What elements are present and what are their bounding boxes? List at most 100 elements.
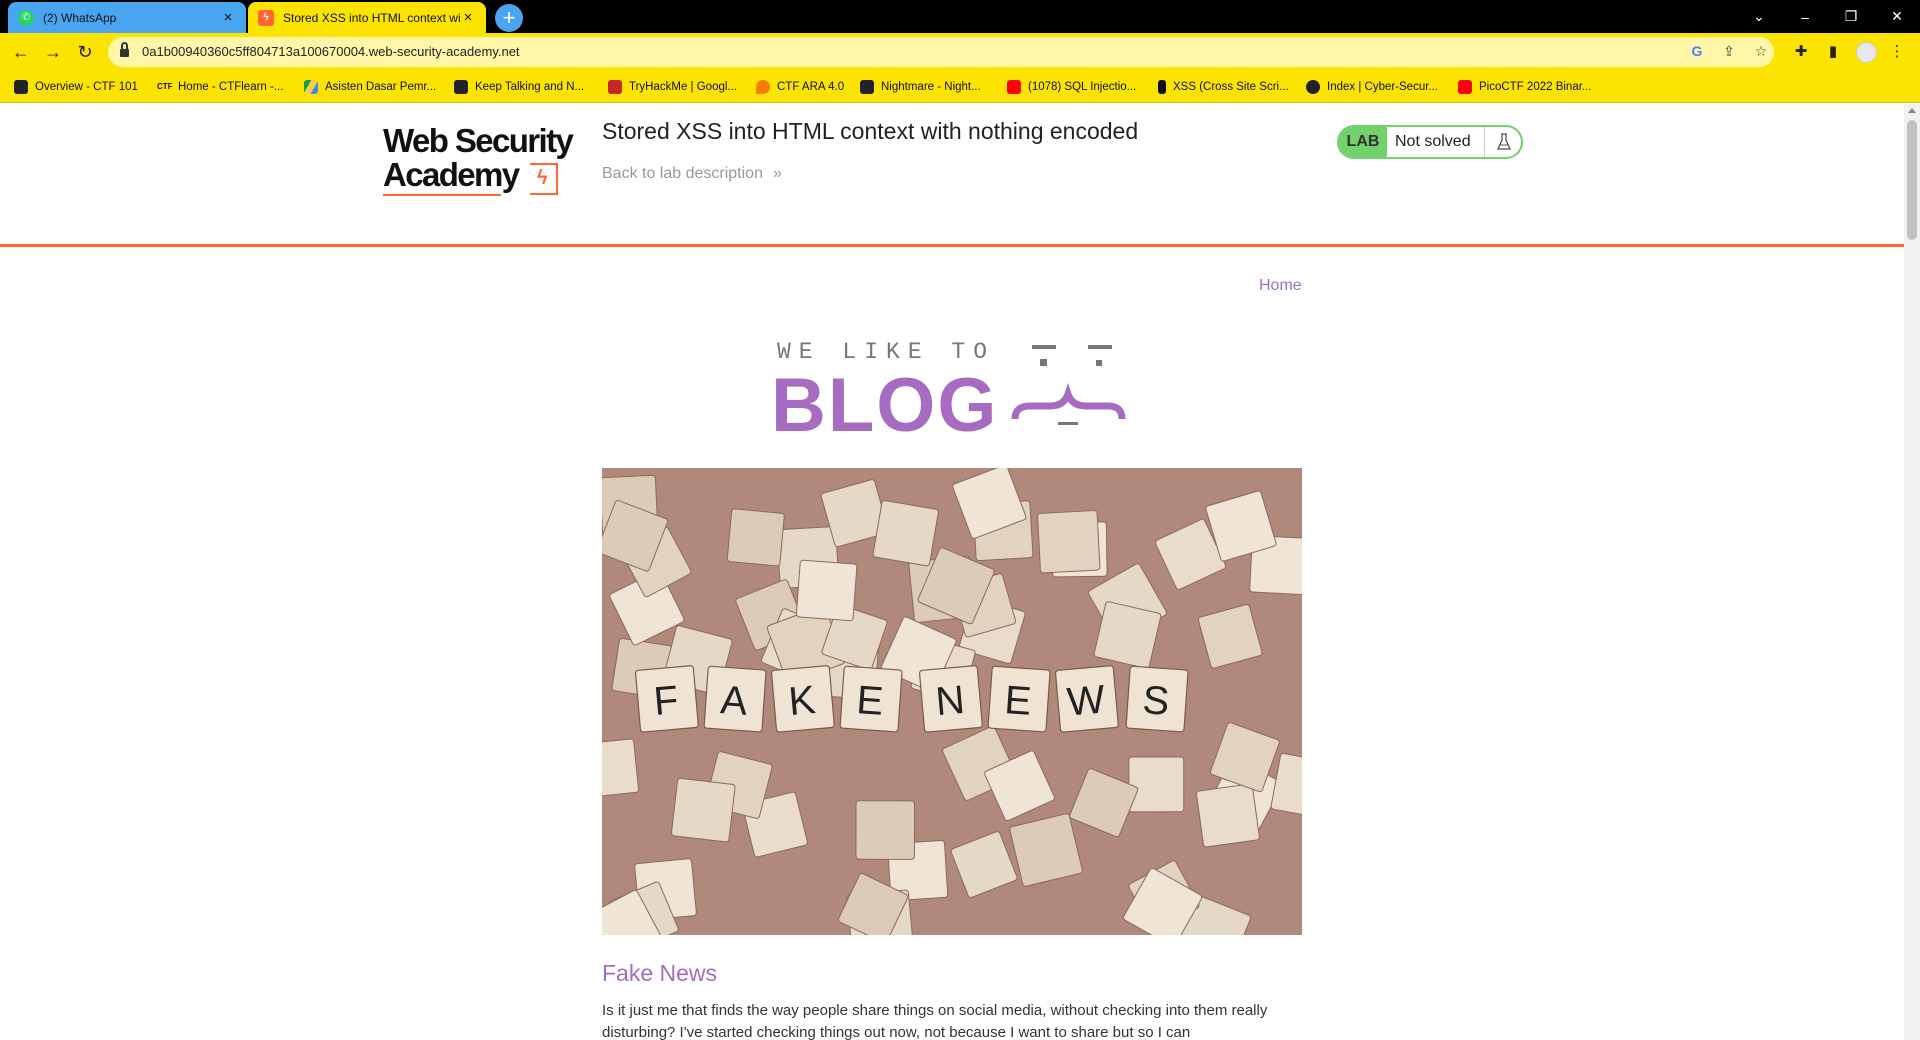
scrabble-tiles-image: FAKENEWS <box>602 468 1302 935</box>
new-tab-button[interactable]: + <box>495 4 523 32</box>
letter-tile: E <box>839 665 903 733</box>
close-icon[interactable]: × <box>460 9 476 26</box>
tab-lab[interactable]: ϟ Stored XSS into HTML context wi × <box>248 2 486 33</box>
tab-title: Stored XSS into HTML context wi <box>283 10 460 25</box>
logo-underline <box>383 194 501 196</box>
logo-line-2: Academy <box>383 156 520 193</box>
bookmark-label: Nightmare - Night... <box>881 81 981 93</box>
wooden-tile <box>602 738 640 798</box>
logo-line-1: Web Security <box>383 122 574 159</box>
forward-icon[interactable]: → <box>42 42 64 64</box>
wooden-tile <box>872 500 939 567</box>
letter-tile: E <box>987 665 1051 733</box>
bookmark-label: Keep Talking and N... <box>475 81 585 93</box>
close-icon[interactable]: × <box>220 9 236 26</box>
page-content: Web Security Academy ϟ Stored XSS into H… <box>0 104 1904 1040</box>
wooden-tile <box>1195 783 1260 848</box>
wooden-tile <box>1270 752 1302 820</box>
bookmark-label: CTF ARA 4.0 <box>777 81 845 93</box>
bookmark-label: Overview - CTF 101 <box>35 81 138 93</box>
bookmark-item[interactable]: CTF ARA 4.0 <box>756 79 844 95</box>
extensions-icon[interactable]: ✚ <box>1790 42 1812 64</box>
bookmark-icon <box>1158 80 1166 94</box>
bookmark-item[interactable]: (1078) SQL Injectio... <box>1007 79 1136 95</box>
google-drive-icon <box>304 80 318 94</box>
web-security-academy-icon: ϟ <box>258 9 274 26</box>
bookmark-item[interactable]: Nightmare - Night... <box>860 79 981 95</box>
flask-icon[interactable] <box>1484 127 1521 157</box>
google-translate-icon[interactable]: G <box>1688 43 1706 61</box>
letter-tile: K <box>770 665 835 733</box>
letter-tile-text: E <box>1003 678 1033 724</box>
wooden-tile <box>726 508 785 567</box>
wooden-tile <box>950 831 1018 898</box>
letter-tile: A <box>703 665 767 733</box>
wooden-tile <box>855 800 916 860</box>
status-badge: LAB <box>1339 127 1387 157</box>
ctf-icon: CTF <box>157 82 173 91</box>
letter-tile-text: W <box>1065 677 1107 724</box>
letter-tile-text: S <box>1141 678 1171 724</box>
post-excerpt: Is it just me that finds the way people … <box>602 1002 1268 1040</box>
blog-wordmark: BLOG <box>771 363 999 448</box>
back-link-label: Back to lab description <box>602 165 763 182</box>
wooden-tile <box>795 559 858 622</box>
bookmark-item[interactable]: CTF Home - CTFlearn -... <box>157 79 283 95</box>
tab-whatsapp[interactable]: ✆ (2) WhatsApp × <box>8 2 246 33</box>
flame-icon <box>756 80 770 94</box>
bookmark-item[interactable]: Keep Talking and N... <box>454 79 584 95</box>
avatar[interactable] <box>1856 42 1877 63</box>
letter-tile: S <box>1125 665 1189 733</box>
browser-toolbar: ← → ↻ 0a1b00940360c5ff804713a100670004.w… <box>0 33 1920 71</box>
bookmark-label: Index | Cyber-Secur... <box>1327 81 1439 93</box>
page-title: Stored XSS into HTML context with nothin… <box>602 118 1139 144</box>
letter-tile: W <box>1054 665 1119 733</box>
youtube-icon <box>1007 80 1021 94</box>
bookmark-label: TryHackMe | Googl... <box>629 81 738 93</box>
tab-search-icon[interactable]: ⌄ <box>1736 0 1782 33</box>
star-icon[interactable]: ☆ <box>1752 43 1770 61</box>
book-icon <box>14 80 28 94</box>
lightning-icon: ϟ <box>530 163 558 195</box>
web-security-academy-logo[interactable]: Web Security Academy ϟ <box>383 122 583 202</box>
wooden-tile <box>1009 813 1083 887</box>
window-close-icon[interactable]: ✕ <box>1874 0 1920 33</box>
side-panel-icon[interactable]: ▮ <box>1822 42 1844 64</box>
academy-lab-header: Web Security Academy ϟ Stored XSS into H… <box>0 104 1904 247</box>
bookmark-item[interactable]: PicoCTF 2022 Binar... <box>1458 79 1592 95</box>
bookmark-label: (1078) SQL Injectio... <box>1028 81 1137 93</box>
scroll-up-arrow[interactable] <box>1908 108 1916 113</box>
bookmark-item[interactable]: TryHackMe | Googl... <box>608 79 737 95</box>
tab-title: (2) WhatsApp <box>43 10 117 25</box>
reload-icon[interactable]: ↻ <box>74 42 96 64</box>
wooden-tile <box>1093 601 1162 669</box>
bookmark-item[interactable]: Asisten Dasar Pemr... <box>304 79 436 95</box>
blog-face-icon <box>1011 345 1126 425</box>
back-icon[interactable]: ← <box>10 42 32 64</box>
scrollbar[interactable] <box>1904 104 1920 1040</box>
address-bar[interactable]: 0a1b00940360c5ff804713a100670004.web-sec… <box>108 37 1774 67</box>
lock-icon[interactable] <box>120 42 129 57</box>
post-title[interactable]: Fake News <box>602 960 717 987</box>
bookmark-item[interactable]: Index | Cyber-Secur... <box>1306 79 1438 95</box>
restore-icon[interactable]: ❐ <box>1828 0 1874 33</box>
letter-tile-text: E <box>855 678 885 724</box>
wooden-tile <box>1037 510 1101 574</box>
wooden-tile <box>1197 604 1263 669</box>
post-image[interactable]: FAKENEWS <box>602 468 1302 935</box>
share-icon[interactable]: ⇪ <box>1720 43 1738 61</box>
url-text[interactable]: 0a1b00940360c5ff804713a100670004.web-sec… <box>142 44 520 59</box>
letter-tile-text: N <box>934 678 967 724</box>
bookmark-label: Asisten Dasar Pemr... <box>325 81 437 93</box>
bookmark-item[interactable]: XSS (Cross Site Scri... <box>1158 79 1289 95</box>
minimize-icon[interactable]: – <box>1782 0 1828 33</box>
menu-icon[interactable]: ⋮ <box>1886 42 1908 64</box>
chevron-right-icon: » <box>772 165 782 182</box>
letter-tile: F <box>634 665 699 733</box>
bookmark-item[interactable]: Overview - CTF 101 <box>14 79 138 95</box>
back-to-description-link[interactable]: Back to lab description » <box>602 165 782 183</box>
home-link[interactable]: Home <box>1259 277 1302 295</box>
wooden-tile <box>670 777 736 843</box>
book-icon <box>860 80 874 94</box>
scroll-thumb[interactable] <box>1907 120 1917 240</box>
